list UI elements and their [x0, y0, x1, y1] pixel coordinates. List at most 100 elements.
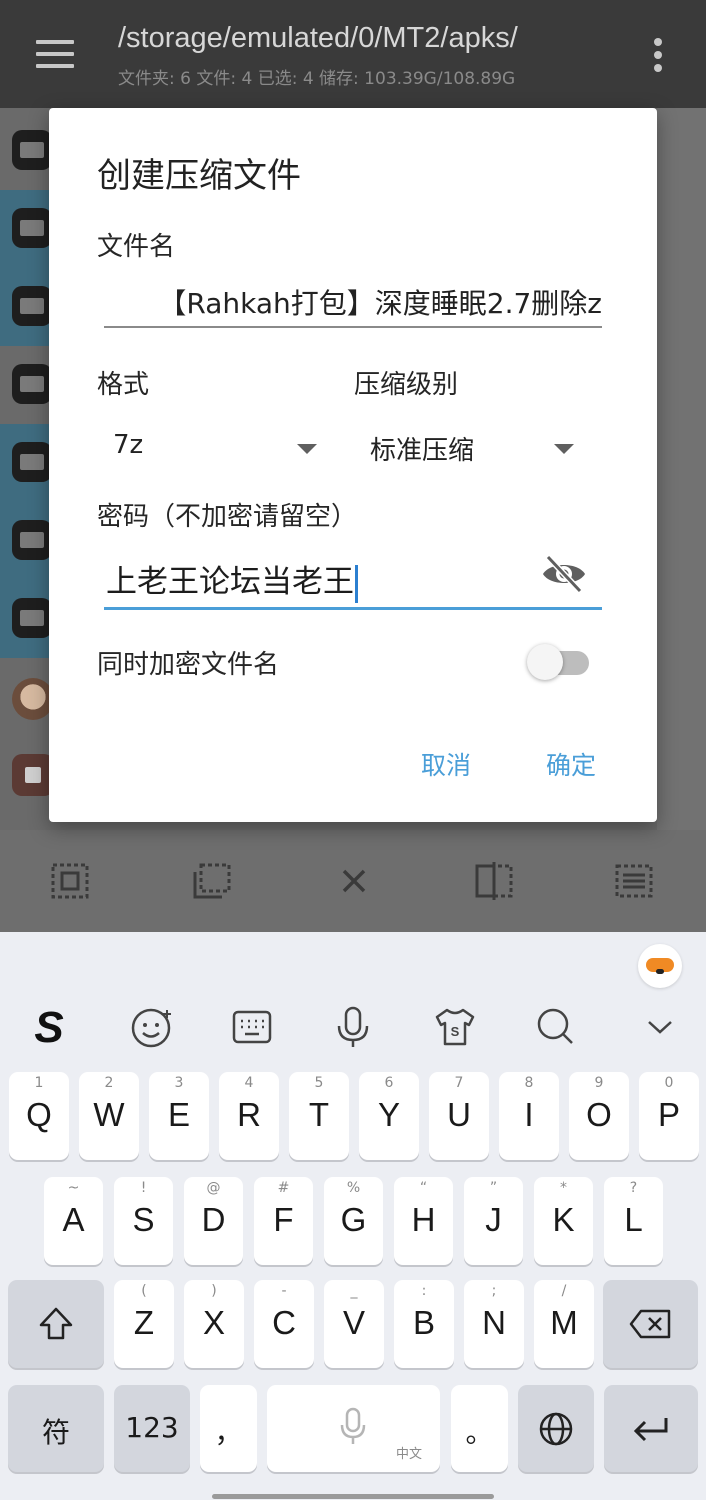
eye-off-icon[interactable]	[540, 554, 588, 594]
key-label: U	[447, 1096, 471, 1133]
app-bar: /storage/emulated/0/MT2/apks/ 文件夹: 6 文件:…	[0, 0, 706, 108]
space-language-label: 中文	[395, 1447, 422, 1462]
filename-value: 【Rahkah打包】深度睡眠2.7删除z	[158, 287, 602, 320]
key-label: J	[485, 1201, 502, 1238]
backspace-key[interactable]	[603, 1280, 698, 1368]
collapse-keyboard-icon[interactable]	[637, 1004, 683, 1050]
key-hint: %	[346, 1180, 361, 1196]
sogou-logo-icon[interactable]: S	[26, 1003, 72, 1052]
backspace-icon	[629, 1309, 671, 1339]
invert-selection-icon[interactable]	[474, 862, 514, 900]
text-cursor	[355, 564, 358, 603]
key-b[interactable]: :B	[394, 1280, 454, 1368]
voice-input-icon	[340, 1407, 366, 1444]
folder-icon	[12, 520, 52, 560]
key-y[interactable]: 6Y	[359, 1072, 419, 1160]
dialog-title: 创建压缩文件	[97, 156, 301, 196]
list-scroll-area	[657, 108, 706, 830]
key-label: C	[272, 1304, 296, 1341]
enter-icon	[633, 1418, 668, 1442]
key-x[interactable]: ) X	[184, 1280, 244, 1368]
key-hint: 9	[594, 1075, 604, 1091]
more-options-icon[interactable]	[652, 38, 664, 72]
password-input[interactable]: 上老王论坛当老王	[104, 548, 602, 610]
key-h[interactable]: “H	[394, 1177, 453, 1265]
cancel-button[interactable]: 取消	[421, 746, 471, 782]
key-m[interactable]: / M	[534, 1280, 594, 1368]
folder-icon	[12, 442, 52, 482]
comma-key[interactable]: ，	[200, 1385, 257, 1472]
key-l[interactable]: ? L	[604, 1177, 663, 1265]
key-o[interactable]: 9O	[569, 1072, 629, 1160]
encrypt-filenames-toggle[interactable]	[527, 644, 589, 680]
key-label: Q	[26, 1096, 52, 1133]
key-f[interactable]: # F	[254, 1177, 313, 1265]
emoji-icon[interactable]	[129, 1004, 175, 1050]
key-d[interactable]: @ D	[184, 1177, 243, 1265]
key-k[interactable]: * K	[534, 1177, 593, 1265]
comma-label: ，	[214, 1416, 243, 1449]
key-r[interactable]: 4R	[219, 1072, 279, 1160]
symbols-key[interactable]: 符	[8, 1385, 104, 1472]
search-icon[interactable]	[532, 1004, 578, 1050]
key-n[interactable]: ; N	[464, 1280, 524, 1368]
compression-level-select[interactable]: 标准压缩	[354, 422, 574, 472]
key-e[interactable]: 3E	[149, 1072, 209, 1160]
key-hint: ~	[67, 1180, 80, 1196]
home-indicator	[212, 1494, 494, 1499]
key-label: V	[342, 1304, 365, 1341]
key-label: P	[657, 1096, 680, 1133]
filename-input[interactable]: 【Rahkah打包】深度睡眠2.7删除z	[104, 278, 602, 328]
menu-icon[interactable]	[36, 40, 74, 68]
create-archive-dialog: 创建压缩文件 文件名 【Rahkah打包】深度睡眠2.7删除z 格式 压缩级别 …	[49, 108, 657, 822]
key-j[interactable]: ” J	[464, 1177, 523, 1265]
key-hint: 0	[664, 1075, 674, 1091]
folder-icon	[12, 208, 52, 248]
shift-key[interactable]	[8, 1280, 104, 1368]
keyboard-layout-icon[interactable]	[229, 1004, 275, 1050]
key-label: O	[586, 1096, 612, 1133]
svg-text:S: S	[451, 1024, 460, 1039]
numbers-key[interactable]: 123	[114, 1385, 190, 1472]
compression-level-value: 标准压缩	[370, 436, 475, 466]
key-hint: /	[561, 1283, 567, 1299]
format-select[interactable]: 7z	[97, 422, 317, 472]
clear-selection-icon[interactable]	[334, 862, 374, 900]
skin-shirt-icon[interactable]: S	[432, 1004, 478, 1050]
key-s[interactable]: ! S	[114, 1177, 173, 1265]
key-p[interactable]: 0P	[639, 1072, 699, 1160]
key-label: M	[550, 1304, 578, 1341]
key-hint: 7	[454, 1075, 464, 1091]
key-u[interactable]: 7U	[429, 1072, 489, 1160]
period-key[interactable]: 。	[451, 1385, 508, 1472]
key-t[interactable]: 5T	[289, 1072, 349, 1160]
key-a[interactable]: ~ A	[44, 1177, 103, 1265]
password-value: 上老王论坛当老王	[106, 564, 354, 600]
key-g[interactable]: % G	[324, 1177, 383, 1265]
key-v[interactable]: _ V	[324, 1280, 384, 1368]
key-hint: !	[140, 1180, 147, 1196]
select-range-icon[interactable]	[192, 862, 232, 900]
key-c[interactable]: -C	[254, 1280, 314, 1368]
folder-icon	[12, 130, 52, 170]
svg-text:S: S	[34, 1004, 63, 1050]
list-select-icon[interactable]	[614, 862, 654, 900]
filename-label: 文件名	[97, 232, 176, 262]
key-i[interactable]: 8I	[499, 1072, 559, 1160]
key-hint: ?	[629, 1180, 638, 1196]
key-z[interactable]: (Z	[114, 1280, 174, 1368]
key-hint: (	[141, 1283, 147, 1299]
enter-key[interactable]	[604, 1385, 698, 1472]
key-w[interactable]: 2W	[79, 1072, 139, 1160]
key-label: H	[411, 1201, 436, 1238]
space-key[interactable]: 中文	[267, 1385, 440, 1472]
key-q[interactable]: 1Q	[9, 1072, 69, 1160]
confirm-button[interactable]: 确定	[546, 746, 596, 782]
language-key[interactable]	[518, 1385, 594, 1472]
select-all-icon[interactable]	[50, 862, 90, 900]
microphone-icon[interactable]	[330, 1004, 376, 1050]
symbols-label: 符	[41, 1416, 70, 1449]
mascot-icon[interactable]	[638, 944, 682, 988]
encrypt-filenames-label: 同时加密文件名	[97, 650, 280, 680]
key-hint: -	[281, 1283, 287, 1299]
